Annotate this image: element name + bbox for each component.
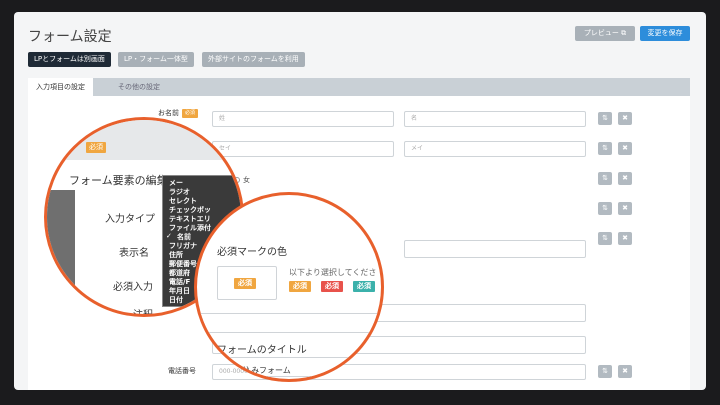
delete-icon[interactable]: ✖ bbox=[618, 202, 632, 215]
tab-input-fields[interactable]: 入力項目の設定 bbox=[28, 78, 93, 96]
annotation-label: 注釈 bbox=[133, 310, 153, 317]
delete-icon[interactable]: ✖ bbox=[618, 142, 632, 155]
chip-teal[interactable]: 必須 bbox=[353, 281, 375, 292]
save-button[interactable]: 変更を保存 bbox=[640, 26, 690, 41]
tab-other-settings[interactable]: その他の設定 bbox=[110, 78, 168, 96]
page-title: フォーム設定 bbox=[28, 29, 112, 45]
preview-button[interactable]: プレビュー ⧉ bbox=[575, 26, 635, 41]
tab-bar: 入力項目の設定 その他の設定 bbox=[28, 78, 690, 96]
check-icon: ✓ bbox=[166, 232, 172, 240]
delete-icon[interactable]: ✖ bbox=[618, 232, 632, 245]
move-icon[interactable]: ⇅ bbox=[598, 172, 612, 185]
side-required-badge: 必須 bbox=[86, 142, 106, 153]
required-preview-box: 必須 bbox=[217, 266, 277, 300]
magnifier-top-bar bbox=[47, 120, 241, 160]
mode-lp-separate[interactable]: LPとフォームは別画面 bbox=[28, 52, 111, 67]
move-icon[interactable]: ⇅ bbox=[598, 232, 612, 245]
required-color-title: 必須マークの色 bbox=[217, 247, 287, 258]
generic-field[interactable] bbox=[404, 240, 586, 258]
first-name-field[interactable]: 名 bbox=[404, 111, 586, 127]
app-window: フォーム設定 プレビュー ⧉ 変更を保存 LPとフォームは別画面 LP・フォーム… bbox=[14, 12, 706, 390]
move-icon[interactable]: ⇅ bbox=[598, 112, 612, 125]
form-title-value: し込みフォーム bbox=[235, 366, 291, 375]
magnifier-required-color: 必須マークの色 必須 以下より選択してくださ 必須 必須 必須 フォームのタイト… bbox=[194, 192, 384, 382]
name-label-text: お名前 bbox=[158, 109, 179, 117]
form-title-label: フォームのタイトル bbox=[217, 345, 307, 356]
first-kana-field[interactable]: メイ bbox=[404, 141, 586, 157]
annotation-field-zoom[interactable] bbox=[197, 313, 381, 333]
delete-icon[interactable]: ✖ bbox=[618, 365, 632, 378]
delete-icon[interactable]: ✖ bbox=[618, 172, 632, 185]
dropdown-item[interactable]: 日付 bbox=[169, 295, 183, 305]
mode-external[interactable]: 外部サイトのフォームを利用 bbox=[202, 52, 305, 67]
move-icon[interactable]: ⇅ bbox=[598, 202, 612, 215]
mode-lp-integrated[interactable]: LP・フォーム一体型 bbox=[118, 52, 194, 67]
element-editor-title: フォーム要素の編集 bbox=[69, 174, 168, 187]
delete-icon[interactable]: ✖ bbox=[618, 112, 632, 125]
phone-label: 電話番号 bbox=[168, 367, 196, 375]
move-icon[interactable]: ⇅ bbox=[598, 142, 612, 155]
required-badge: 必須 bbox=[182, 108, 199, 118]
display-name-label: 表示名 bbox=[119, 248, 149, 259]
chip-orange[interactable]: 必須 bbox=[289, 281, 311, 292]
radio-female-label: 女 bbox=[243, 176, 250, 184]
chip-red[interactable]: 必須 bbox=[321, 281, 343, 292]
select-hint: 以下より選択してくださ bbox=[289, 268, 377, 277]
name-row-label: お名前 必須 bbox=[158, 108, 199, 118]
preview-required-badge: 必須 bbox=[234, 278, 256, 289]
input-type-label: 入力タイプ bbox=[105, 214, 155, 225]
overlay-shade bbox=[47, 190, 75, 314]
move-icon[interactable]: ⇅ bbox=[598, 365, 612, 378]
required-input-label: 必須入力 bbox=[113, 282, 153, 293]
